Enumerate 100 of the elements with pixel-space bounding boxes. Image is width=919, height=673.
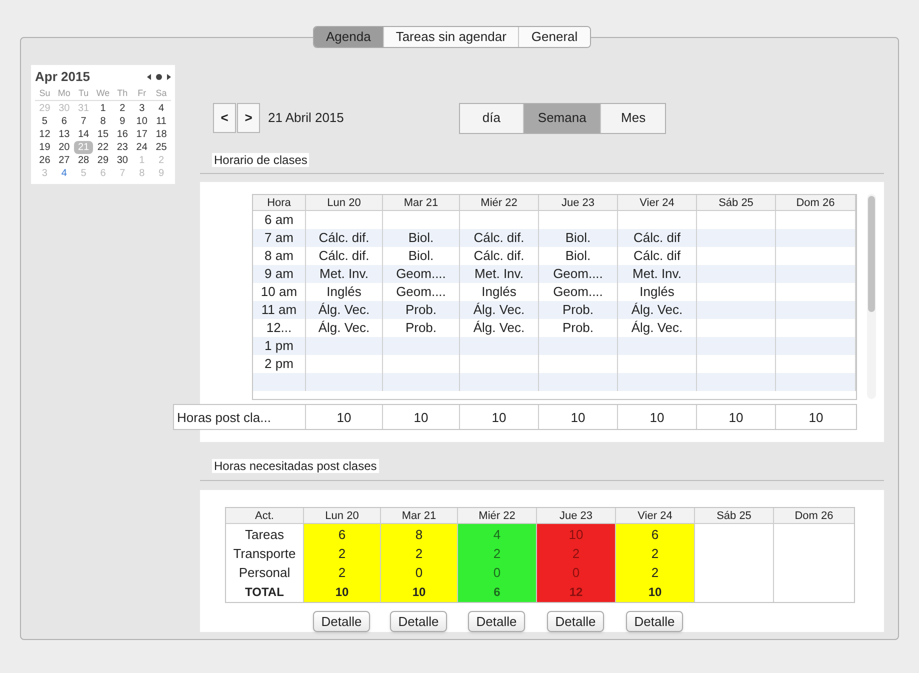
column-header: Jue 23: [539, 195, 618, 210]
weekday-label: Th: [116, 86, 129, 100]
scrollbar[interactable]: [867, 194, 876, 399]
hours-value: 6: [338, 527, 346, 542]
class-entry: Cálc. dif: [634, 230, 680, 245]
weekday-label: We: [95, 86, 111, 100]
tab[interactable]: Tareas sin agendar: [384, 27, 520, 47]
hours-cell-text: 10: [808, 409, 824, 427]
hours-value: 0: [572, 565, 580, 580]
previous-button[interactable]: <: [213, 103, 236, 133]
class-entry: Prob.: [562, 320, 594, 335]
detail-button[interactable]: Detalle: [390, 611, 447, 632]
hours-value: 0: [493, 565, 501, 580]
activity-label: Personal: [238, 565, 290, 580]
view-toggle[interactable]: Mes: [601, 104, 666, 132]
calendar-day[interactable]: 16: [112, 128, 132, 141]
hour-label: 1 pm: [264, 338, 294, 353]
hours-value: 2: [415, 546, 423, 561]
hours-value: 6: [651, 527, 659, 542]
calendar-day[interactable]: 22: [93, 141, 113, 154]
calendar-day[interactable]: 11: [152, 115, 171, 128]
hour-label: 8 am: [264, 248, 294, 263]
calendar-day[interactable]: 20: [54, 141, 74, 154]
calendar-day[interactable]: 3: [132, 102, 152, 115]
calendar-day[interactable]: 6: [54, 115, 74, 128]
calendar-day[interactable]: 29: [93, 154, 113, 167]
view-toggle[interactable]: día: [460, 104, 524, 132]
hour-label: 9 am: [264, 266, 294, 281]
column-header: Mar 21: [383, 195, 460, 210]
column-header: Lun 20: [304, 508, 381, 523]
class-entry: Biol.: [565, 248, 591, 263]
calendar-day[interactable]: 24: [132, 141, 152, 154]
hours-value: 4: [493, 527, 501, 542]
calendar-day[interactable]: 27: [54, 154, 74, 167]
class-entry: Inglés: [640, 284, 674, 299]
weekday-label: Su: [38, 86, 52, 100]
detail-button[interactable]: Detalle: [547, 611, 604, 632]
detail-button[interactable]: Detalle: [313, 611, 370, 632]
calendar-day[interactable]: 2: [112, 102, 132, 115]
calendar-day[interactable]: 9: [112, 115, 132, 128]
tab[interactable]: General: [519, 27, 590, 47]
calendar-day[interactable]: 4: [54, 167, 74, 180]
class-entry: Biol.: [408, 230, 434, 245]
calendar-day[interactable]: 8: [93, 115, 113, 128]
calendar-day[interactable]: 10: [132, 115, 152, 128]
class-entry: Inglés: [326, 284, 362, 299]
calendar-day[interactable]: 5: [35, 115, 54, 128]
calendar-day[interactable]: 25: [152, 141, 171, 154]
class-entry: Biol.: [565, 230, 591, 245]
class-entry: Álg. Vec.: [473, 320, 525, 335]
hours-cell: 10: [383, 405, 460, 429]
row-label: Horas post cla...: [174, 405, 306, 429]
hours-value: 2: [651, 565, 659, 580]
column-header: Lun 20: [306, 195, 383, 210]
column-header: Miér 22: [458, 508, 537, 523]
column-header: Sáb 25: [695, 508, 774, 523]
detail-button[interactable]: Detalle: [626, 611, 683, 632]
class-entry: Met. Inv.: [320, 266, 368, 281]
detail-button[interactable]: Detalle: [468, 611, 525, 632]
month-nav-icon: [147, 72, 171, 81]
class-entry: Prob.: [405, 302, 437, 317]
hours-cell: 10: [539, 405, 618, 429]
calendar-day[interactable]: 26: [35, 154, 54, 167]
calendar-day[interactable]: 7: [74, 115, 94, 128]
calendar-day[interactable]: 1: [93, 102, 113, 115]
hours-cell: 10: [697, 405, 776, 429]
hours-value: 12: [569, 585, 583, 599]
hours-value: 8: [415, 527, 423, 542]
calendar-day[interactable]: 14: [74, 128, 94, 141]
view-toggle[interactable]: Semana: [524, 104, 602, 132]
calendar-day[interactable]: 15: [93, 128, 113, 141]
class-entry: Prob.: [405, 320, 437, 335]
calendar-day[interactable]: 13: [54, 128, 74, 141]
hours-cell: 10: [460, 405, 539, 429]
class-entry: Álg. Vec.: [631, 320, 683, 335]
calendar-day[interactable]: 12: [35, 128, 54, 141]
calendar-day[interactable]: 17: [132, 128, 152, 141]
activity-label: Transporte: [233, 546, 296, 561]
column-header: Jue 23: [537, 508, 616, 523]
hour-label: 11 am: [261, 302, 297, 317]
calendar-day[interactable]: 18: [152, 128, 171, 141]
calendar-day[interactable]: 4: [152, 102, 171, 115]
month-title: Apr 2015: [35, 68, 90, 86]
hours-cell: 10: [306, 405, 383, 429]
tab[interactable]: Agenda: [314, 27, 384, 47]
hour-label: 10 am: [260, 284, 298, 299]
class-entry: Geom....: [396, 266, 446, 281]
calendar-day[interactable]: 23: [112, 141, 132, 154]
calendar-day[interactable]: 28: [74, 154, 94, 167]
calendar-day[interactable]: 30: [112, 154, 132, 167]
activity-label: Tareas: [244, 527, 284, 542]
class-entry: Met. Inv.: [474, 266, 524, 281]
class-entry: Cálc. dif.: [318, 230, 370, 245]
next-button[interactable]: >: [237, 103, 260, 133]
class-entry: Cálc. dif.: [474, 248, 524, 263]
column-header: Sáb 25: [697, 195, 776, 210]
weekday-label: Mo: [56, 86, 72, 100]
calendar-day[interactable]: 19: [35, 141, 54, 154]
class-entry: Cálc. dif.: [474, 230, 524, 245]
column-header: Dom 26: [776, 195, 856, 210]
